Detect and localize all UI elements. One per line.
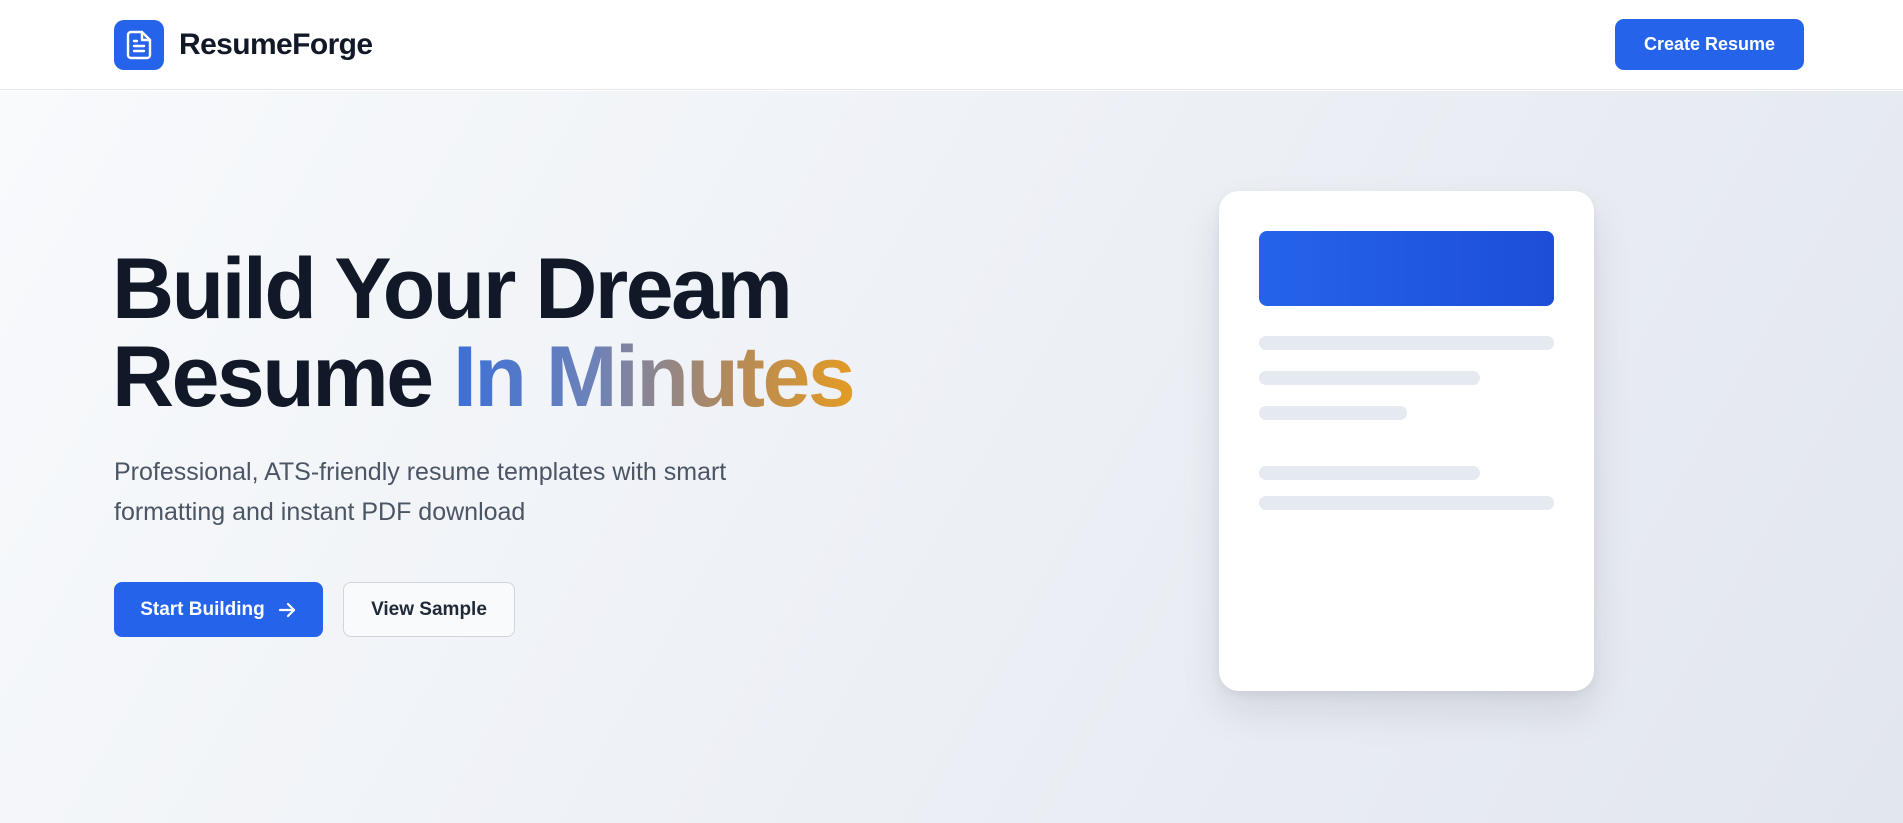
preview-line [1259, 336, 1554, 350]
hero-title: Build Your Dream Resume In Minutes [112, 245, 856, 421]
start-building-button[interactable]: Start Building [114, 582, 323, 637]
hero-section: Build Your Dream Resume In Minutes Profe… [0, 91, 1903, 823]
top-navbar: ResumeForge Create Resume [0, 0, 1903, 90]
preview-line [1259, 371, 1480, 385]
hero-subtitle: Professional, ATS-friendly resume templa… [114, 452, 814, 532]
hero-subtitle-line2: formatting and instant PDF download [114, 498, 526, 526]
hero-subtitle-line1: Professional, ATS-friendly resume templa… [114, 458, 727, 486]
preview-line [1259, 406, 1407, 420]
hero-title-line1: Build Your Dream [112, 241, 793, 337]
arrow-right-icon [278, 602, 295, 617]
resume-preview-card [1219, 191, 1594, 691]
preview-header-block [1259, 231, 1554, 306]
view-sample-button[interactable]: View Sample [343, 582, 515, 637]
preview-line [1259, 466, 1480, 480]
hero-title-plain: Resume [112, 329, 434, 425]
hero-title-accent: In Minutes [453, 329, 856, 425]
create-resume-button[interactable]: Create Resume [1615, 19, 1804, 70]
brand[interactable]: ResumeForge [114, 20, 373, 70]
preview-line [1259, 496, 1554, 510]
brand-name: ResumeForge [179, 28, 373, 61]
start-building-label: Start Building [140, 598, 265, 620]
document-icon [114, 20, 164, 70]
